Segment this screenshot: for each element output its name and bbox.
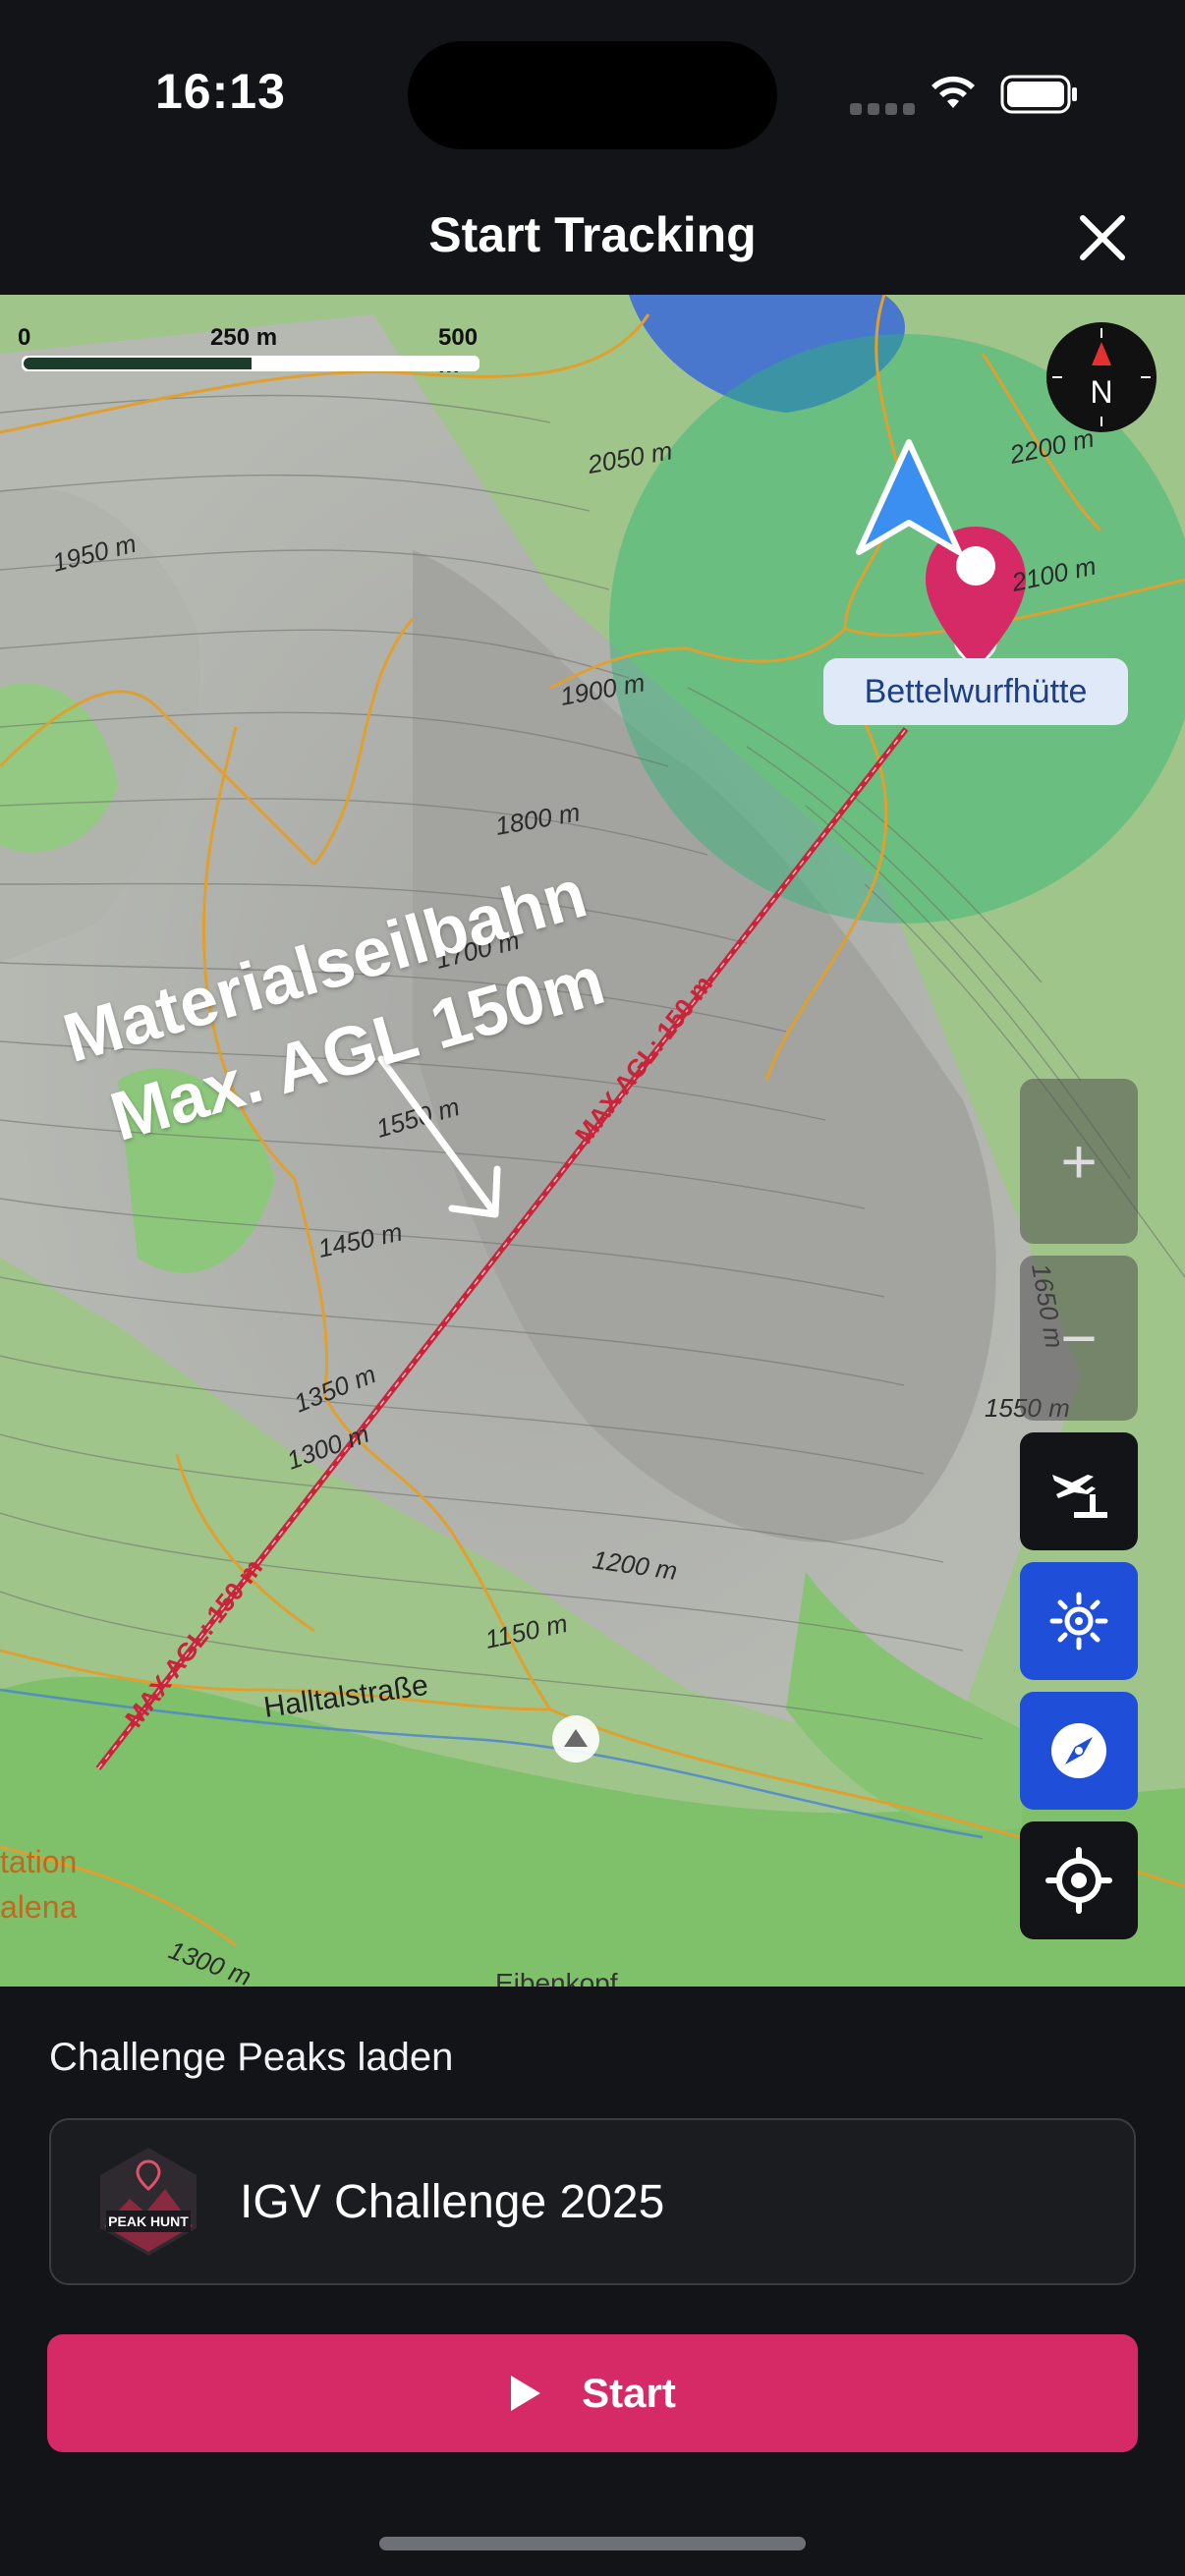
place-label: Eibenkopf — [495, 1968, 618, 1987]
start-label: Start — [582, 2370, 676, 2416]
brightness-icon — [1049, 1592, 1108, 1651]
svg-text:PEAK HUNT: PEAK HUNT — [108, 2213, 189, 2229]
svg-text:N: N — [1090, 374, 1112, 410]
place-label: tation — [0, 1844, 77, 1879]
zoom-out-button[interactable]: − — [1020, 1256, 1138, 1421]
map-view[interactable]: 2050 m 1950 m 2200 m 2100 m 1900 m 1800 … — [0, 295, 1185, 1987]
compass-nav-icon — [1051, 1723, 1106, 1778]
airspace-icon — [1052, 1475, 1107, 1518]
minus-icon: − — [1060, 1303, 1098, 1373]
signal-icon — [850, 102, 921, 120]
status-time: 16:13 — [155, 64, 286, 119]
challenge-name: IGV Challenge 2025 — [240, 2176, 665, 2228]
peak-hunt-logo: PEAK HUNT — [100, 2148, 197, 2256]
compass-nav-button[interactable] — [1020, 1692, 1138, 1810]
scale-label: 0 — [18, 324, 31, 351]
place-label: alena — [0, 1889, 78, 1925]
dynamic-island — [408, 41, 777, 149]
airspace-button[interactable] — [1020, 1432, 1138, 1550]
compass-icon[interactable]: N — [1044, 320, 1158, 434]
locate-icon — [1045, 1847, 1112, 1914]
map-scale: 0 250 m 500 m — [18, 324, 489, 383]
zoom-in-button[interactable]: + — [1020, 1079, 1138, 1244]
wifi-icon — [931, 76, 975, 108]
bottom-panel: Challenge Peaks laden PEAK HUNT IGV Chal… — [0, 1987, 1185, 2576]
scale-label: 250 m — [210, 324, 278, 351]
status-bar: 16:13 — [0, 0, 1185, 187]
section-label: Challenge Peaks laden — [49, 2036, 454, 2079]
play-icon — [511, 2376, 541, 2411]
challenge-selector[interactable]: PEAK HUNT IGV Challenge 2025 — [49, 2118, 1136, 2285]
locate-button[interactable] — [1020, 1821, 1138, 1939]
start-button[interactable]: Start — [47, 2334, 1138, 2452]
hut-label[interactable]: Bettelwurfhütte — [823, 658, 1128, 725]
plus-icon: + — [1060, 1126, 1098, 1197]
home-indicator[interactable] — [379, 2537, 806, 2550]
brightness-button[interactable] — [1020, 1562, 1138, 1680]
battery-icon — [1000, 75, 1077, 114]
page-title: Start Tracking — [428, 207, 757, 262]
close-icon[interactable] — [1071, 206, 1134, 269]
header: Start Tracking — [0, 187, 1185, 295]
